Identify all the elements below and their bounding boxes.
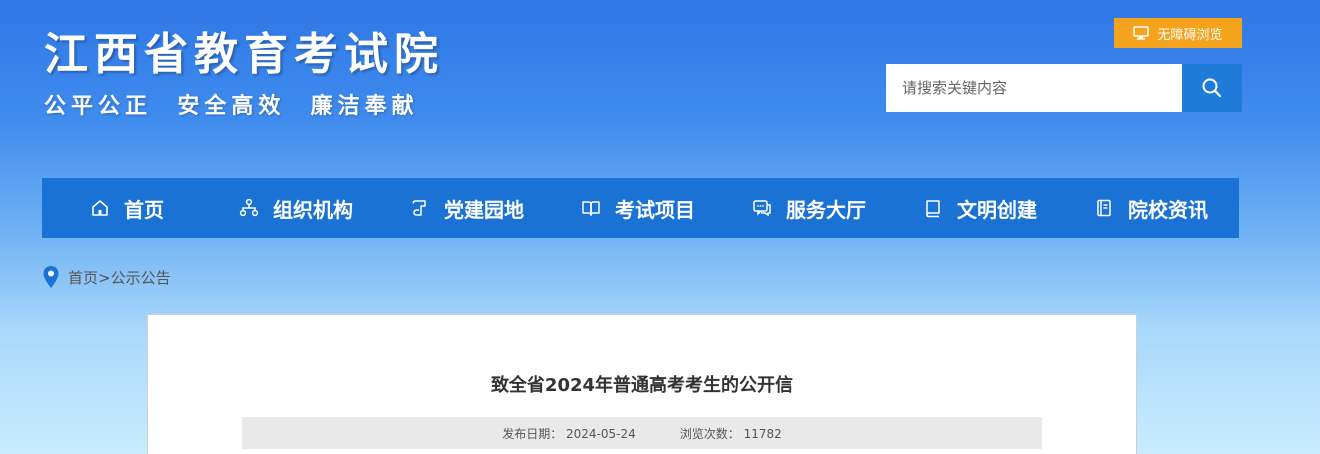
- publish-date-label: 发布日期：: [502, 426, 563, 441]
- nav-label: 组织机构: [273, 197, 353, 222]
- article-title: 致全省2024年普通高考考生的公开信: [490, 375, 794, 396]
- location-pin-icon: [43, 266, 59, 288]
- nav-label: 党建园地: [444, 197, 524, 222]
- book-icon: [926, 200, 940, 218]
- scroll-icon: [412, 200, 426, 216]
- publish-date: 发布日期： 2024-05-24: [502, 425, 636, 442]
- breadcrumb-separator: >: [98, 268, 111, 287]
- view-count-value: 11782: [743, 426, 782, 441]
- book-open-icon: [582, 201, 600, 216]
- nav-item-party-building[interactable]: 党建园地: [410, 178, 524, 238]
- monitor-icon: [1133, 26, 1150, 40]
- nav-item-exams[interactable]: 考试项目: [581, 178, 695, 238]
- nav-label: 首页: [124, 197, 164, 222]
- chat-icon: [753, 200, 771, 217]
- site-slogan: 公平公正 安全高效 廉洁奉献: [44, 94, 419, 119]
- site-title: 江西省教育考试院: [44, 29, 444, 80]
- nav-item-service-hall[interactable]: 服务大厅: [752, 178, 866, 238]
- search-icon: [1202, 78, 1222, 98]
- breadcrumb-current-link[interactable]: 公示公告: [111, 269, 171, 287]
- nav-item-organization[interactable]: 组织机构: [239, 178, 353, 238]
- view-count: 浏览次数： 11782: [680, 425, 782, 442]
- document-icon: [1097, 199, 1111, 217]
- search-input[interactable]: [886, 64, 1182, 112]
- nav-item-home[interactable]: 首页: [90, 178, 164, 238]
- home-icon: [92, 200, 108, 216]
- nav-label: 文明创建: [957, 197, 1037, 222]
- accessibility-label: 无障碍浏览: [1157, 27, 1223, 43]
- nav-label: 服务大厅: [786, 197, 866, 222]
- view-count-label: 浏览次数：: [679, 426, 740, 441]
- nav-item-school-news[interactable]: 院校资讯: [1094, 178, 1208, 238]
- accessibility-button[interactable]: 无障碍浏览: [1114, 18, 1242, 48]
- nav-item-civilization[interactable]: 文明创建: [923, 178, 1037, 238]
- nav-label: 院校资讯: [1128, 197, 1208, 222]
- article-panel: 致全省2024年普通高考考生的公开信 发布日期： 2024-05-24 浏览次数…: [147, 314, 1137, 454]
- search-button[interactable]: [1182, 64, 1242, 112]
- search-bar: [886, 64, 1242, 112]
- nav-label: 考试项目: [615, 197, 695, 222]
- article-meta: 发布日期： 2024-05-24 浏览次数： 11782: [242, 417, 1042, 449]
- publish-date-value: 2024-05-24: [566, 426, 636, 441]
- breadcrumb: 首页>公示公告: [42, 264, 171, 290]
- main-nav: 首页 组织机构 党建园地 考试项目 服务大厅 文明创建 院校资讯: [42, 178, 1239, 238]
- org-chart-icon: [239, 198, 259, 217]
- site-logo[interactable]: 江西省教育考试院 公平公正 安全高效 廉洁奉献: [44, 28, 504, 128]
- breadcrumb-home-link[interactable]: 首页: [68, 269, 98, 287]
